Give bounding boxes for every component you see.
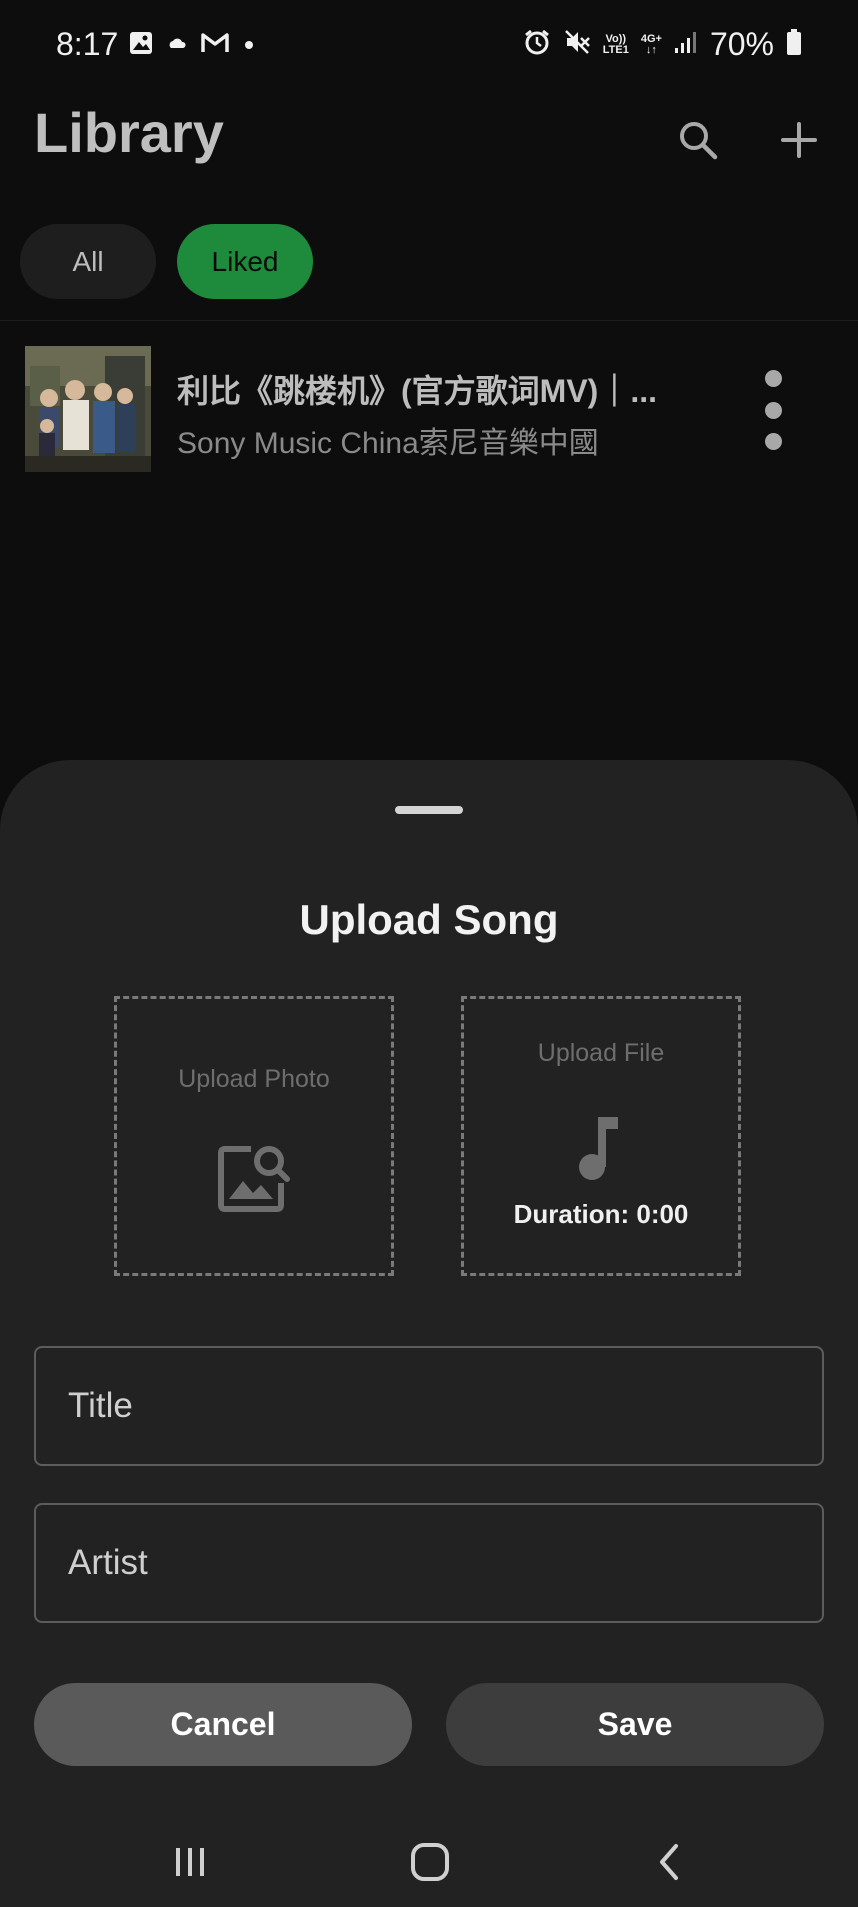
upload-file-label: Upload File xyxy=(537,1039,665,1067)
more-options-button[interactable] xyxy=(755,370,791,450)
divider xyxy=(0,320,858,321)
artist-field-label: Artist xyxy=(68,1543,148,1582)
page-title: Library xyxy=(34,101,224,164)
song-list-item[interactable]: 利比《跳楼机》(官方歌词MV)｜... Sony Music China索尼音樂… xyxy=(0,340,858,480)
sheet-drag-handle[interactable] xyxy=(395,806,463,814)
search-button[interactable] xyxy=(668,110,728,170)
signal-icon xyxy=(674,30,698,59)
recents-button[interactable] xyxy=(160,1832,220,1892)
upload-photo-label: Upload Photo xyxy=(178,1065,330,1093)
back-button[interactable] xyxy=(640,1832,700,1892)
song-thumbnail xyxy=(25,346,151,472)
music-note-icon xyxy=(579,1117,618,1180)
status-right-icons: Vo)) LTE1 4G+ ↓↑ 70% xyxy=(523,26,802,63)
cancel-button[interactable]: Cancel xyxy=(34,1683,412,1766)
status-time: 8:17 xyxy=(56,26,119,62)
battery-percent: 70% xyxy=(709,26,774,62)
filter-chip-liked[interactable]: Liked xyxy=(177,224,313,299)
save-button[interactable]: Save xyxy=(446,1683,824,1766)
image-search-icon xyxy=(218,1146,290,1212)
recents-icon xyxy=(176,1848,204,1876)
filter-chip-all[interactable]: All xyxy=(20,224,156,299)
image-icon xyxy=(128,30,154,61)
system-nav-bar xyxy=(0,1812,858,1907)
status-bar: 8:17 Vo)) LTE1 4G+ ↓↑ 70% xyxy=(0,0,858,95)
artist-field[interactable]: Artist xyxy=(34,1503,824,1623)
gmail-icon xyxy=(200,31,230,60)
home-button[interactable] xyxy=(400,1832,460,1892)
search-icon xyxy=(680,122,718,160)
more-vert-icon xyxy=(764,370,782,387)
cloud-icon xyxy=(168,36,186,55)
volte-icon: Vo)) LTE1 xyxy=(602,32,629,56)
battery-icon xyxy=(786,28,802,61)
dot-icon xyxy=(244,37,254,55)
add-button[interactable] xyxy=(769,110,829,170)
home-icon xyxy=(411,1843,449,1881)
song-artist: Sony Music China索尼音樂中國 xyxy=(177,427,599,460)
plus-icon xyxy=(781,122,817,158)
duration-text: Duration: 0:00 xyxy=(513,1199,689,1229)
upload-file-box[interactable]: Upload File Duration: 0:00 xyxy=(461,996,741,1276)
title-field-label: Title xyxy=(68,1386,133,1425)
sheet-title: Upload Song xyxy=(299,896,559,943)
alarm-icon xyxy=(523,28,551,61)
mute-icon xyxy=(563,28,591,61)
network-4g-icon: 4G+ ↓↑ xyxy=(640,32,662,56)
song-title: 利比《跳楼机》(官方歌词MV)｜... xyxy=(177,373,657,409)
upload-song-sheet: Upload Song Upload Photo Upload File Dur… xyxy=(0,760,858,1907)
upload-photo-box[interactable]: Upload Photo xyxy=(114,996,394,1276)
title-field[interactable]: Title xyxy=(34,1346,824,1466)
back-icon xyxy=(660,1844,678,1880)
status-left-icons xyxy=(128,30,254,61)
